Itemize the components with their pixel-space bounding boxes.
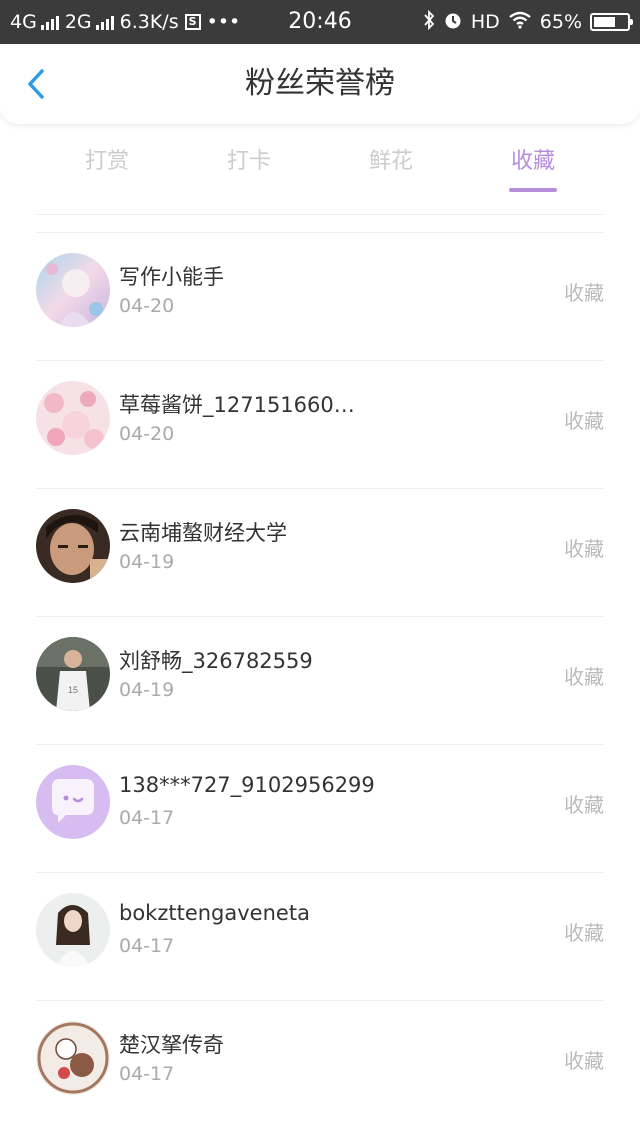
network-speed: 6.3K/s <box>119 11 179 33</box>
list-item[interactable]: 楚汉拏传奇 04-17 收藏 <box>36 1000 604 1128</box>
alarm-icon <box>443 10 463 35</box>
avatar[interactable] <box>36 253 110 327</box>
tab-flowers[interactable]: 鲜花 <box>320 140 462 196</box>
list-item[interactable]: 15 刘舒畅_326782559 04-19 收藏 <box>36 616 604 744</box>
status-left: 4G 2G 6.3K/s S ••• <box>10 0 240 44</box>
chevron-left-icon <box>28 69 44 99</box>
action-label: 收藏 <box>564 921 604 945</box>
more-notifications-icon: ••• <box>206 11 241 33</box>
list-item[interactable]: 草莓酱饼_127151660… 04-20 收藏 <box>36 360 604 488</box>
tabs-divider <box>36 214 604 215</box>
list-item[interactable]: bokzttengaveneta 04-17 收藏 <box>36 872 604 1000</box>
list-item[interactable]: 写作小能手 04-20 收藏 <box>36 232 604 360</box>
user-name: 草莓酱饼_127151660… <box>119 393 355 417</box>
list-item[interactable]: 云南埔螯财经大学 04-19 收藏 <box>36 488 604 616</box>
battery-percent: 65% <box>539 11 582 33</box>
action-label: 收藏 <box>564 281 604 305</box>
user-date: 04-17 <box>119 935 175 957</box>
list-item[interactable]: 138***727_9102956299 04-17 收藏 <box>36 744 604 872</box>
signal-1-icon <box>40 14 59 30</box>
header: 粉丝荣誉榜 <box>0 44 640 124</box>
action-label: 收藏 <box>564 793 604 817</box>
fan-list: 写作小能手 04-20 收藏 草莓酱饼_127151660… 04-20 收藏 <box>0 232 640 1128</box>
user-date: 04-20 <box>119 423 175 445</box>
status-right: HD 65% <box>423 0 633 44</box>
network-2-label: 2G <box>64 11 92 33</box>
avatar[interactable] <box>36 381 110 455</box>
tab-bar: 打赏 打卡 鲜花 收藏 <box>36 140 604 196</box>
svg-text:15: 15 <box>68 685 78 695</box>
tab-checkin[interactable]: 打卡 <box>178 140 320 196</box>
network-1-label: 4G <box>10 11 37 33</box>
user-date: 04-19 <box>119 679 175 701</box>
page-title: 粉丝荣誉榜 <box>245 66 395 101</box>
user-name: 云南埔螯财经大学 <box>119 521 287 545</box>
user-date: 04-19 <box>119 551 175 573</box>
user-name: 138***727_9102956299 <box>119 773 375 797</box>
status-bar: 4G 2G 6.3K/s S ••• 20:46 HD 65% <box>0 0 640 44</box>
user-name: 楚汉拏传奇 <box>119 1033 224 1057</box>
user-date: 04-17 <box>119 1063 175 1085</box>
tab-reward[interactable]: 打赏 <box>36 140 178 196</box>
wifi-icon <box>508 11 532 34</box>
avatar[interactable] <box>36 893 110 967</box>
avatar[interactable]: 15 <box>36 637 110 711</box>
user-name: 写作小能手 <box>119 265 224 289</box>
hd-label: HD <box>470 11 500 33</box>
action-label: 收藏 <box>564 665 604 689</box>
back-button[interactable] <box>14 62 58 106</box>
tab-favorites[interactable]: 收藏 <box>462 140 604 196</box>
avatar[interactable] <box>36 1021 110 1095</box>
action-label: 收藏 <box>564 409 604 433</box>
battery-icon <box>590 13 633 31</box>
bluetooth-icon <box>423 9 435 35</box>
signal-2-icon <box>95 14 114 30</box>
user-name: bokzttengaveneta <box>119 901 310 925</box>
action-label: 收藏 <box>564 537 604 561</box>
s-app-icon: S <box>184 14 201 30</box>
avatar[interactable] <box>36 765 110 839</box>
avatar[interactable] <box>36 509 110 583</box>
user-date: 04-20 <box>119 295 175 317</box>
user-name: 刘舒畅_326782559 <box>119 649 313 673</box>
user-date: 04-17 <box>119 807 175 829</box>
battery-fill <box>594 17 615 27</box>
action-label: 收藏 <box>564 1049 604 1073</box>
